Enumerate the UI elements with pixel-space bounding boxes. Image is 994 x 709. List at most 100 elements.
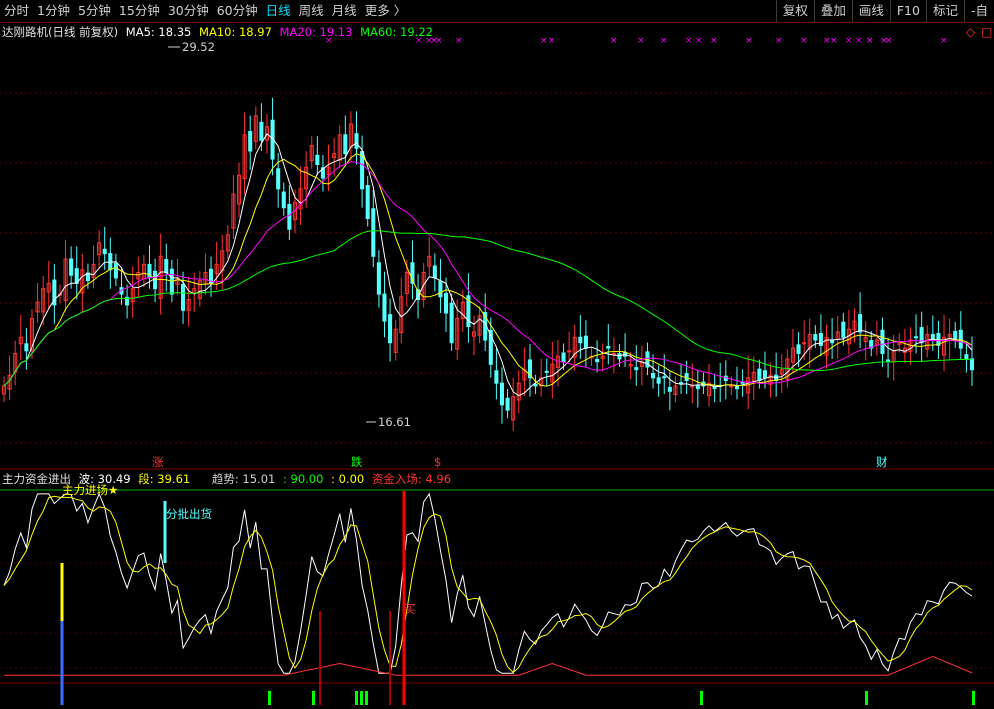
candle-body-108 (606, 345, 611, 349)
candle-body-171 (958, 329, 963, 349)
candle-body-136 (762, 370, 768, 379)
top-mark-7: × (548, 36, 556, 46)
candle-body-113 (634, 367, 639, 371)
toolbar-button-1[interactable]: 叠加 (813, 0, 852, 22)
candle-body-158 (886, 359, 891, 363)
candle-body-61 (343, 134, 348, 155)
top-mark-8: × (610, 36, 618, 46)
top-mark-5: × (455, 36, 463, 46)
candle-body-118 (662, 376, 667, 379)
candle-body-27 (153, 270, 158, 290)
candle-body-18 (102, 248, 107, 255)
candle-body-46 (259, 121, 264, 141)
period-tab-9[interactable]: 更多 〉 (361, 0, 410, 22)
candlestick-series (1, 97, 975, 431)
candle-body-88 (494, 370, 499, 384)
candle-body-135 (757, 368, 762, 382)
candle-body-103 (578, 336, 583, 344)
candle-body-68 (382, 293, 387, 322)
toolbar-button-3[interactable]: F10 (889, 0, 926, 22)
candle-body-51 (287, 203, 292, 230)
toolbar-button-4[interactable]: 标记 (925, 0, 964, 22)
candle-body-124 (695, 385, 700, 390)
green-bar-1 (312, 691, 315, 705)
candle-body-104 (583, 335, 588, 349)
top-mark-20: × (855, 36, 863, 46)
period-tab-3[interactable]: 15分钟 (115, 0, 164, 22)
top-mark-10: × (660, 36, 668, 46)
top-mark-6: × (540, 36, 548, 46)
period-tab-2[interactable]: 5分钟 (74, 0, 115, 22)
fenpi-label: 分批出货 (166, 507, 212, 521)
signal-zhang: 涨 (152, 455, 164, 469)
green-bar-5 (700, 691, 703, 705)
candle-body-78 (438, 280, 443, 298)
ma-lines (3, 46, 973, 423)
candle-body-116 (651, 372, 656, 379)
candle-body-13 (74, 268, 79, 284)
candle-body-172 (964, 354, 969, 360)
candle-body-4 (24, 343, 29, 352)
candle-body-63 (354, 133, 359, 149)
candle-body-121 (679, 382, 684, 385)
candle-body-32 (181, 283, 186, 311)
candle-body-106 (595, 358, 600, 363)
indicator-panel (3, 491, 975, 705)
signal-marks: × × ××× × × × × × × × × × × × × × × × × × ×× × (325, 36, 948, 46)
top-mark-16: × (800, 36, 808, 46)
duan-line (3, 495, 973, 674)
top-mark-24: × (940, 36, 948, 46)
period-tabs: 分时 1分钟 5分钟 15分钟 30分钟 60分钟 日线 周线 月线 更多 〉 (0, 0, 410, 22)
high-price-label: 29.52 (182, 40, 215, 54)
green-bar-6 (865, 691, 868, 705)
candle-body-79 (444, 293, 449, 314)
top-mark-19: × (845, 36, 853, 46)
period-tab-4[interactable]: 30分钟 (164, 0, 213, 22)
period-toolbar: 分时 1分钟 5分钟 15分钟 30分钟 60分钟 日线 周线 月线 更多 〉 复权 叠加 画线 F10… (0, 0, 994, 23)
period-tab-7[interactable]: 周线 (295, 0, 328, 22)
candle-body-29 (164, 259, 169, 273)
candle-body-97 (544, 370, 549, 373)
top-mark-18: × (830, 36, 838, 46)
candle-body-142 (796, 344, 801, 354)
period-tab-6[interactable]: 日线 (262, 0, 295, 22)
candle-body-145 (813, 334, 818, 341)
top-mark-14: × (745, 36, 753, 46)
toolbar-right-buttons: 复权 叠加 画线 F10 标记 -自 (775, 0, 994, 22)
kline-chart[interactable]: × × ××× × × × × × × × × × × × × × × × × × ×× × 29.52 16.61 涨 … (0, 23, 994, 709)
top-mark-11: × (685, 36, 693, 46)
green-bar-4 (365, 691, 368, 705)
candle-body-148 (830, 340, 835, 344)
candle-body-170 (953, 330, 958, 341)
top-mark-0: × (325, 36, 333, 46)
green-bar-3 (360, 691, 363, 705)
candle-body-117 (656, 377, 661, 384)
green-bar-7 (972, 691, 975, 705)
toolbar-button-2[interactable]: 画线 (851, 0, 890, 22)
candle-body-110 (617, 353, 622, 360)
candle-body-12 (69, 258, 74, 276)
signal-cai: 财 (876, 455, 888, 469)
candle-body-66 (371, 208, 376, 257)
period-tab-8[interactable]: 月线 (328, 0, 361, 22)
candle-body-173 (969, 358, 975, 371)
signal-dollar: $ (434, 455, 441, 469)
candle-body-56 (315, 154, 320, 166)
period-tab-5[interactable]: 60分钟 (213, 0, 262, 22)
candle-body-153 (858, 314, 863, 333)
mai-label: 买 (404, 602, 416, 616)
toolbar-button-0[interactable]: 复权 (775, 0, 814, 22)
candle-body-69 (388, 314, 393, 344)
top-mark-1: × (415, 36, 423, 46)
top-mark-9: × (637, 36, 645, 46)
toolbar-button-5[interactable]: -自 (963, 0, 994, 22)
top-mark-12: × (695, 36, 703, 46)
period-tab-0[interactable]: 分时 (0, 0, 33, 22)
candle-body-67 (376, 262, 381, 295)
candle-body-163 (914, 336, 919, 339)
period-tab-1[interactable]: 1分钟 (33, 0, 74, 22)
candle-body-95 (533, 383, 538, 387)
candle-body-90 (505, 397, 510, 411)
candle-body-20 (113, 262, 118, 279)
candle-body-77 (432, 265, 437, 279)
